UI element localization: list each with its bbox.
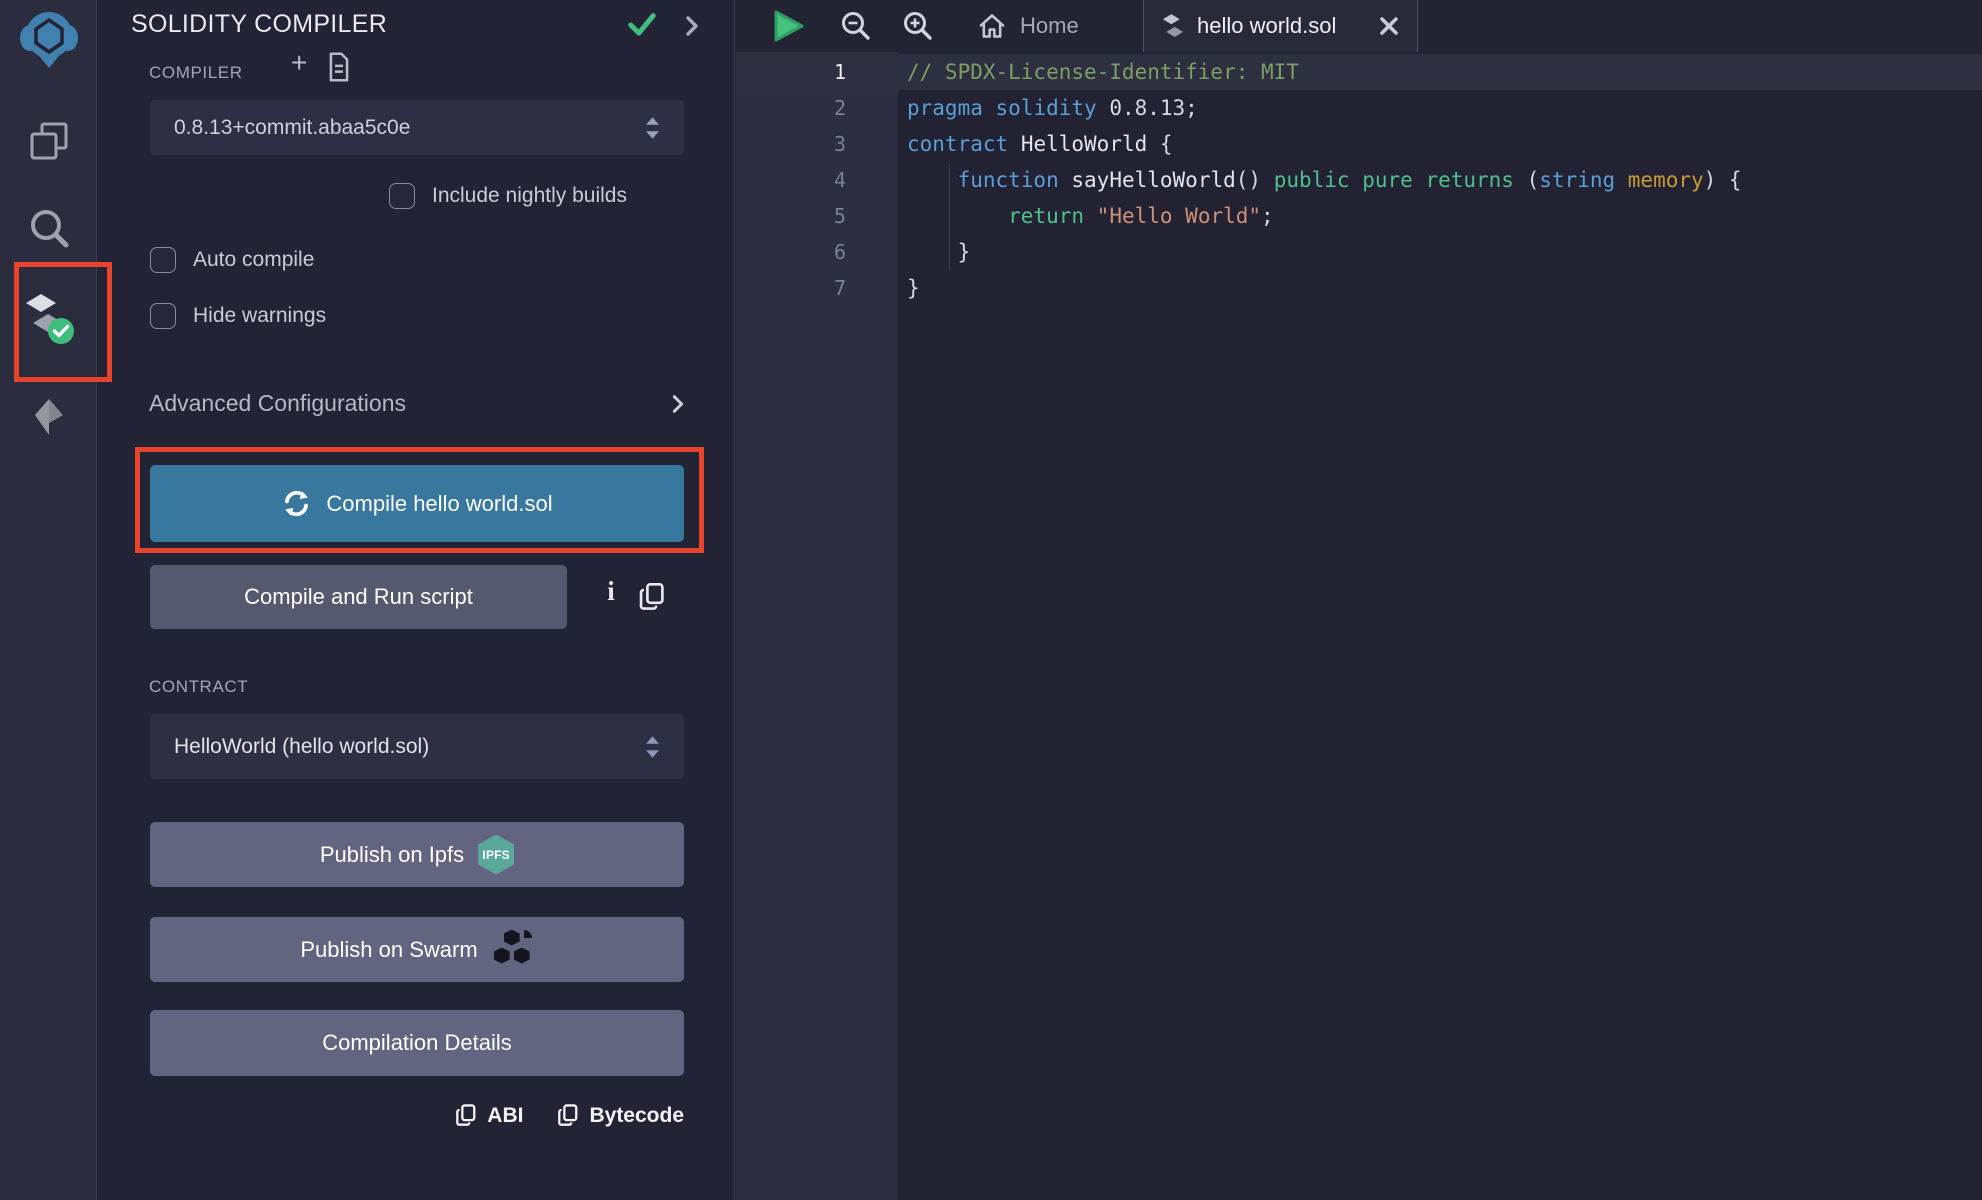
compiler-section-label: COMPILER <box>149 63 243 83</box>
compile-button-label: Compile hello world.sol <box>326 491 552 517</box>
line-number: 3 <box>736 126 898 162</box>
editor-code-rows: 1// SPDX-License-Identifier: MIT2pragma … <box>736 54 1982 306</box>
compile-and-run-label: Compile and Run script <box>244 584 473 610</box>
run-script-button[interactable] <box>770 0 806 52</box>
contract-section-label: CONTRACT <box>149 677 248 697</box>
line-content: function sayHelloWorld() public pure ret… <box>898 162 1742 198</box>
auto-compile-checkbox-row[interactable]: Auto compile <box>150 247 314 273</box>
zoom-out-icon <box>840 10 872 42</box>
compile-refresh-icon <box>281 488 312 519</box>
compilation-details-label: Compilation Details <box>322 1030 512 1056</box>
add-compiler-icon[interactable]: + <box>291 49 307 77</box>
select-spinner-icon <box>645 734 660 760</box>
tab-home[interactable]: Home <box>964 0 1093 52</box>
swarm-icon <box>492 930 534 970</box>
code-editor: Home hello world.sol 1// SPDX-License-Id… <box>736 0 1982 1200</box>
copy-run-script-icon[interactable] <box>638 582 666 617</box>
remix-ide-window: SOLIDITY COMPILER COMPILER + 0.8.13+comm… <box>0 0 1982 1200</box>
hide-warnings-checkbox[interactable] <box>150 303 176 329</box>
solidity-compiler-panel: SOLIDITY COMPILER COMPILER + 0.8.13+comm… <box>98 0 735 1200</box>
ipfs-icon: IPFS <box>478 835 514 875</box>
deploy-run-icon <box>25 393 73 441</box>
advanced-configurations-toggle[interactable]: Advanced Configurations <box>149 390 689 417</box>
compile-success-check-icon <box>625 10 659 45</box>
compiler-version-value: 0.8.13+commit.abaa5c0e <box>174 116 410 140</box>
code-line[interactable]: 2pragma solidity 0.8.13; <box>736 90 1982 126</box>
publish-swarm-button[interactable]: Publish on Swarm <box>150 917 684 982</box>
zoom-out-button[interactable] <box>840 0 872 52</box>
auto-compile-label: Auto compile <box>193 248 314 272</box>
solidity-file-icon <box>1162 13 1184 39</box>
line-content: } <box>898 270 920 306</box>
search-button[interactable] <box>0 206 97 250</box>
copy-icon <box>455 1103 477 1128</box>
tab-home-label: Home <box>1020 13 1079 39</box>
line-number: 7 <box>736 270 898 306</box>
bytecode-label: Bytecode <box>589 1104 684 1128</box>
code-line[interactable]: 6 } <box>736 234 1982 270</box>
remix-logo-icon <box>18 8 80 70</box>
line-content: contract HelloWorld { <box>898 126 1173 162</box>
icon-sidebar <box>0 0 97 1200</box>
line-number: 5 <box>736 198 898 234</box>
compiler-doc-icon[interactable] <box>326 52 352 87</box>
zoom-in-icon <box>902 10 934 42</box>
hide-warnings-checkbox-row[interactable]: Hide warnings <box>150 303 326 329</box>
play-icon <box>770 9 806 43</box>
copy-icon <box>557 1103 579 1128</box>
hide-warnings-label: Hide warnings <box>193 304 326 328</box>
line-number: 1 <box>736 54 898 90</box>
compile-and-run-button[interactable]: Compile and Run script <box>150 565 567 629</box>
advanced-configurations-label: Advanced Configurations <box>149 390 406 417</box>
abi-bytecode-row: ABI Bytecode <box>150 1103 684 1128</box>
line-content: // SPDX-License-Identifier: MIT <box>898 54 1299 90</box>
deploy-run-button[interactable] <box>0 393 97 441</box>
close-tab-icon[interactable] <box>1379 16 1399 36</box>
include-nightly-checkbox[interactable] <box>389 183 415 209</box>
publish-ipfs-button[interactable]: Publish on Ipfs IPFS <box>150 822 684 887</box>
tab-active-label: hello world.sol <box>1197 13 1336 39</box>
publish-ipfs-label: Publish on Ipfs <box>320 842 464 868</box>
code-line[interactable]: 1// SPDX-License-Identifier: MIT <box>736 54 1982 90</box>
code-line[interactable]: 4 function sayHelloWorld() public pure r… <box>736 162 1982 198</box>
code-line[interactable]: 7} <box>736 270 1982 306</box>
copy-abi-button[interactable]: ABI <box>455 1103 523 1128</box>
include-nightly-checkbox-row[interactable]: Include nightly builds <box>389 183 627 209</box>
solidity-compiler-icon <box>23 292 75 346</box>
home-icon <box>978 12 1006 40</box>
panel-expand-chevron-icon[interactable] <box>680 13 704 44</box>
line-number: 4 <box>736 162 898 198</box>
line-content: } <box>898 234 970 270</box>
compiler-version-select[interactable]: 0.8.13+commit.abaa5c0e <box>150 100 684 155</box>
line-content: return "Hello World"; <box>898 198 1274 234</box>
panel-title: SOLIDITY COMPILER <box>131 10 387 39</box>
remix-logo[interactable] <box>0 8 97 70</box>
chevron-right-icon <box>667 392 689 416</box>
contract-select[interactable]: HelloWorld (hello world.sol) <box>150 714 684 779</box>
code-line[interactable]: 5 return "Hello World"; <box>736 198 1982 234</box>
copy-bytecode-button[interactable]: Bytecode <box>557 1103 684 1128</box>
editor-body-container[interactable]: 1// SPDX-License-Identifier: MIT2pragma … <box>736 52 1982 1200</box>
tab-hello-world-sol[interactable]: hello world.sol <box>1143 0 1418 52</box>
files-icon <box>26 118 72 164</box>
compile-button[interactable]: Compile hello world.sol <box>150 465 684 542</box>
line-number: 6 <box>736 234 898 270</box>
line-number: 2 <box>736 90 898 126</box>
solidity-compiler-button[interactable] <box>0 292 97 346</box>
zoom-in-button[interactable] <box>902 0 934 52</box>
publish-swarm-label: Publish on Swarm <box>300 937 477 963</box>
info-icon[interactable]: i <box>596 576 626 607</box>
search-icon <box>27 206 71 250</box>
select-spinner-icon <box>645 115 660 141</box>
compilation-details-button[interactable]: Compilation Details <box>150 1010 684 1076</box>
contract-select-value: HelloWorld (hello world.sol) <box>174 735 429 759</box>
include-nightly-label: Include nightly builds <box>432 184 627 208</box>
editor-tabbar: Home hello world.sol <box>736 0 1982 52</box>
abi-label: ABI <box>487 1104 523 1128</box>
file-explorer-button[interactable] <box>0 118 97 164</box>
code-line[interactable]: 3contract HelloWorld { <box>736 126 1982 162</box>
auto-compile-checkbox[interactable] <box>150 247 176 273</box>
line-content: pragma solidity 0.8.13; <box>898 90 1198 126</box>
indent-guide <box>949 164 950 270</box>
